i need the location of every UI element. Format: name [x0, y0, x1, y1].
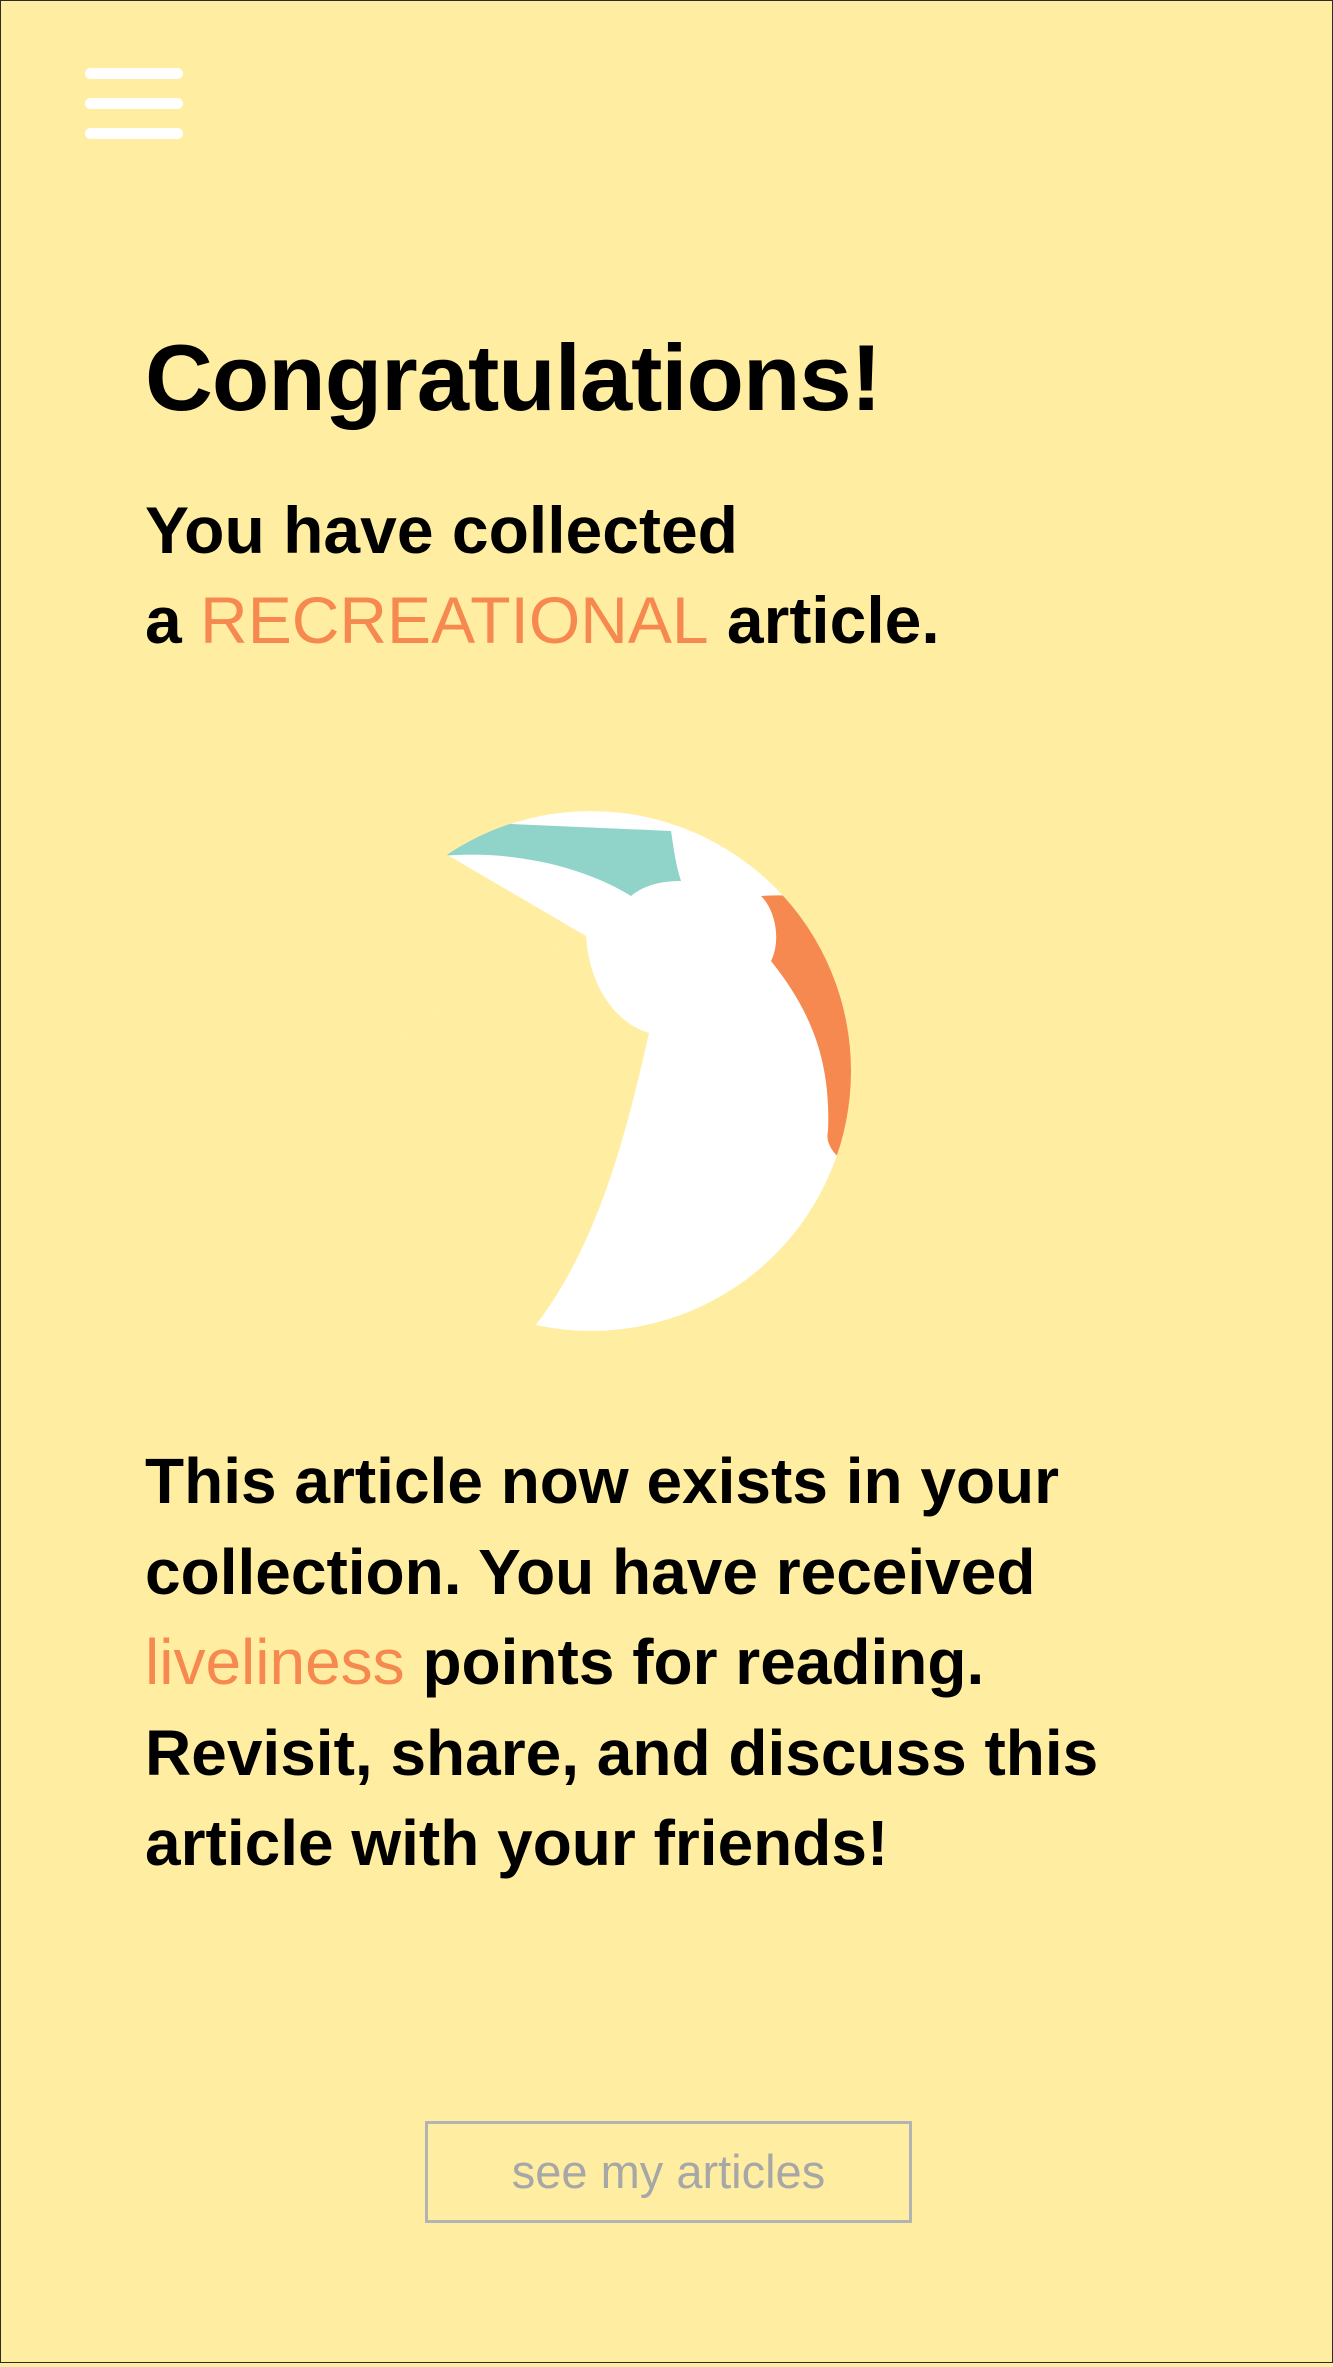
subtitle-prefix: a [145, 583, 201, 657]
message-line-2: collection. You have received [145, 1535, 1036, 1608]
screen-frame: Congratulations! You have collected a RE… [0, 0, 1333, 2363]
page-title: Congratulations! [145, 325, 882, 430]
message-line-1: This article now exists in your [145, 1445, 1060, 1517]
message-line-4: Revisit, share, and discuss this [145, 1716, 1099, 1789]
subtitle-line-1: You have collected [145, 493, 738, 567]
menu-bar-top [85, 68, 183, 79]
message-line-5: article with your friends! [145, 1807, 889, 1879]
menu-bar-bottom [85, 128, 183, 139]
message-line-3-suffix: points for reading. [404, 1626, 985, 1698]
liveliness-highlight: liveliness [145, 1626, 405, 1698]
message-line-3: liveliness points for reading. [145, 1617, 1225, 1708]
see-my-articles-button[interactable]: see my articles [425, 2121, 912, 2223]
article-category: RECREATIONAL [200, 583, 709, 657]
collected-subtitle: You have collected a RECREATIONAL articl… [145, 485, 940, 665]
hamburger-menu-icon[interactable] [83, 66, 187, 142]
collection-message: This article now exists in your collecti… [145, 1436, 1225, 1889]
subtitle-suffix: article. [708, 583, 940, 657]
beach-ball-icon [331, 811, 851, 1331]
menu-bar-middle [85, 98, 183, 109]
